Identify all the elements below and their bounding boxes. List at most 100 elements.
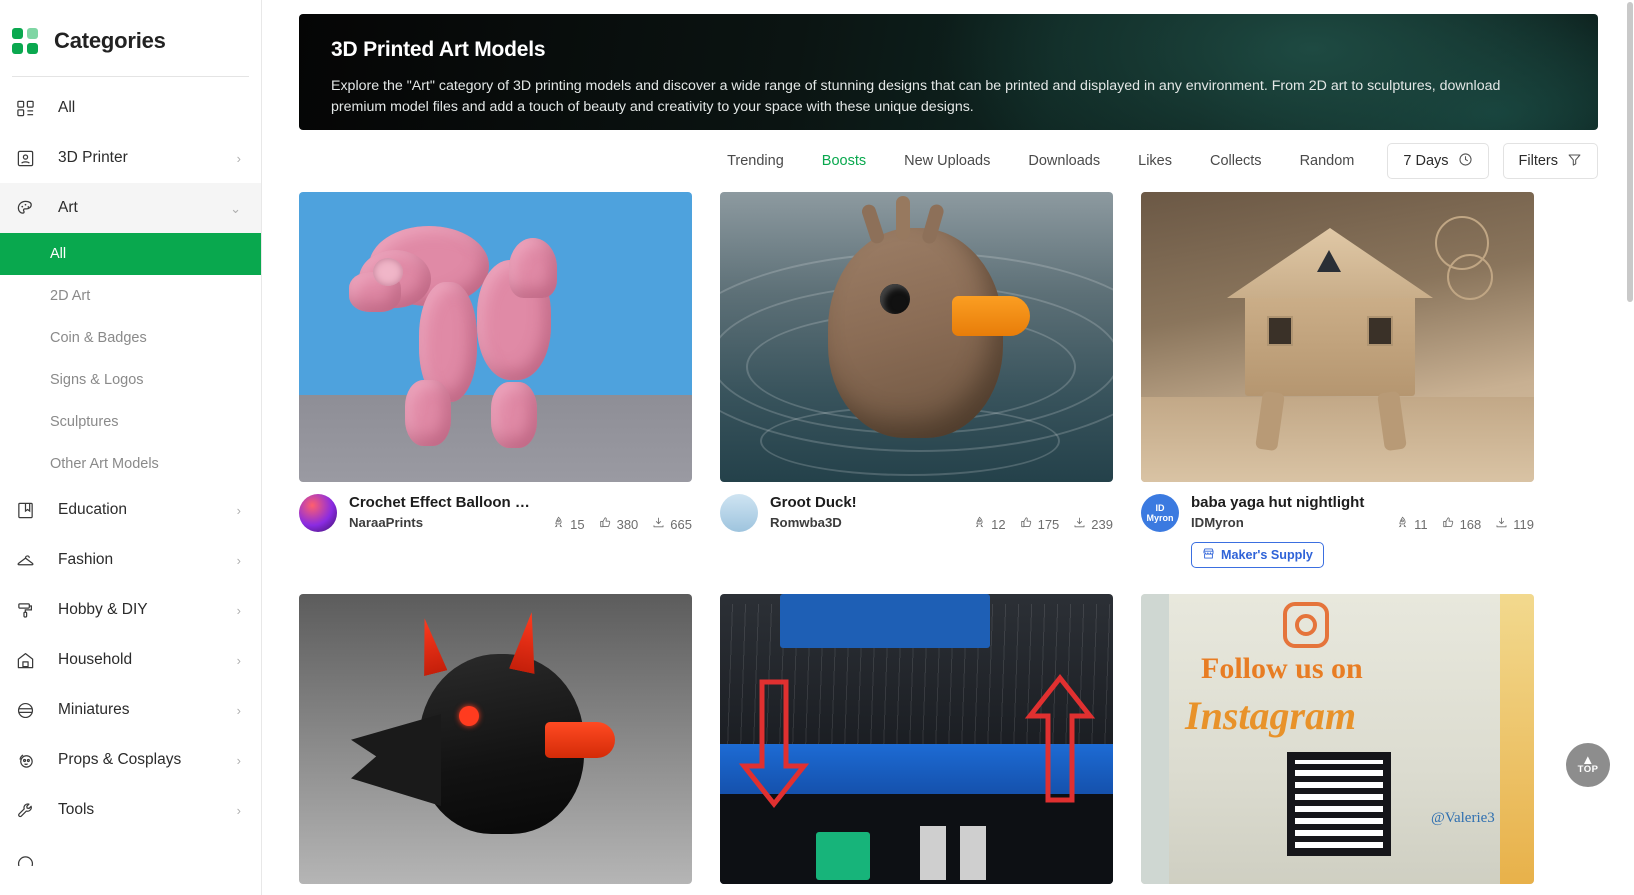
status-badge[interactable]: Maker's Supply: [1191, 542, 1324, 568]
stat-boosts-value: 15: [570, 516, 585, 532]
model-thumbnail[interactable]: [299, 192, 692, 482]
model-title[interactable]: Crochet Effect Balloon Dog: [349, 494, 540, 511]
sidebar-subitem-label: 2D Art: [50, 288, 91, 304]
sidebar-subitem-other-art-models[interactable]: Other Art Models: [0, 443, 261, 485]
tab-downloads[interactable]: Downloads: [1009, 153, 1119, 169]
stat-downloads-value: 119: [1513, 516, 1534, 532]
thumbs-up-icon: [1442, 516, 1455, 532]
model-stats: 15 380 665: [552, 494, 692, 532]
sidebar-subitem-all[interactable]: All: [0, 233, 261, 275]
rocket-icon: [1396, 516, 1409, 532]
sidebar-item-all[interactable]: All: [0, 83, 261, 133]
category-banner: 3D Printed Art Models Explore the "Art" …: [299, 14, 1598, 130]
stat-boosts: 15: [552, 516, 585, 532]
page-scrollbar[interactable]: [1626, 0, 1634, 895]
model-card[interactable]: Follow us on Instagram @Valerie3: [1141, 594, 1534, 884]
scrollbar-thumb[interactable]: [1627, 2, 1633, 302]
model-title[interactable]: Groot Duck!: [770, 494, 961, 511]
stat-likes: 175: [1020, 516, 1059, 532]
download-icon: [652, 516, 665, 532]
sidebar-item-household[interactable]: Household ›: [0, 635, 261, 685]
sidebar-nav: All 3D Printer › Art ⌄ All 2D Art Coin &…: [0, 77, 261, 885]
sidebar-item-education[interactable]: Education ›: [0, 485, 261, 535]
model-thumbnail[interactable]: Follow us on Instagram @Valerie3: [1141, 594, 1534, 884]
sort-tabs-row: Trending Boosts New Uploads Downloads Li…: [262, 130, 1634, 192]
circle-icon: [12, 847, 38, 873]
model-author[interactable]: NaraaPrints: [349, 515, 540, 530]
sidebar-subitem-2d-art[interactable]: 2D Art: [0, 275, 261, 317]
funnel-icon: [1567, 152, 1582, 171]
sidebar-item-partial[interactable]: [0, 835, 261, 885]
stat-downloads-value: 665: [670, 516, 692, 532]
sidebar-item-art[interactable]: Art ⌄: [0, 183, 261, 233]
sidebar-item-miniatures[interactable]: Miniatures ›: [0, 685, 261, 735]
devil-duck-photo: [299, 594, 692, 884]
model-card[interactable]: Crochet Effect Balloon Dog NaraaPrints 1…: [299, 192, 692, 568]
sidebar-subitem-coin-badges[interactable]: Coin & Badges: [0, 317, 261, 359]
stat-downloads-value: 239: [1091, 516, 1113, 532]
sidebar-item-label: Household: [58, 651, 133, 668]
stat-downloads: 119: [1495, 516, 1534, 532]
sidebar-item-hobby-diy[interactable]: Hobby & DIY ›: [0, 585, 261, 635]
sidebar-item-label: Hobby & DIY: [58, 601, 148, 618]
sidebar-item-label: Art: [58, 199, 78, 216]
sidebar-item-label: Education: [58, 501, 127, 518]
page-title: 3D Printed Art Models: [331, 38, 546, 61]
status-badge-label: Maker's Supply: [1221, 548, 1313, 562]
sidebar-subitem-sculptures[interactable]: Sculptures: [0, 401, 261, 443]
tab-collects[interactable]: Collects: [1191, 153, 1281, 169]
tab-likes[interactable]: Likes: [1119, 153, 1191, 169]
sidebar-subitem-signs-logos[interactable]: Signs & Logos: [0, 359, 261, 401]
model-author[interactable]: IDMyron: [1191, 515, 1384, 530]
model-meta: ID Myron baba yaga hut nightlight IDMyro…: [1141, 482, 1534, 532]
model-card[interactable]: [720, 594, 1113, 884]
sidebar-item-3d-printer[interactable]: 3D Printer ›: [0, 133, 261, 183]
sidebar-item-label: Props & Cosplays: [58, 751, 182, 768]
palette-icon: [12, 195, 38, 221]
grid-logo-icon: [12, 28, 38, 54]
tab-trending[interactable]: Trending: [708, 153, 803, 169]
stat-boosts: 12: [973, 516, 1006, 532]
filters-button[interactable]: Filters: [1502, 143, 1598, 179]
sidebar-item-label: Miniatures: [58, 701, 130, 718]
chevron-right-icon: ›: [236, 502, 241, 518]
printer-bed-arrows-photo: [720, 594, 1113, 884]
app-root: Categories All 3D Printer › Art ⌄ All 2D…: [0, 0, 1634, 895]
avatar[interactable]: [299, 494, 337, 532]
model-card[interactable]: [299, 594, 692, 884]
stat-boosts-value: 12: [991, 516, 1006, 532]
thumbs-up-icon: [599, 516, 612, 532]
sidebar-subitem-label: Coin & Badges: [50, 330, 147, 346]
store-icon: [1202, 547, 1215, 563]
sidebar-subitem-label: All: [50, 246, 67, 262]
tab-boosts[interactable]: Boosts: [803, 153, 885, 169]
stat-likes: 380: [599, 516, 638, 532]
chevron-right-icon: ›: [236, 150, 241, 166]
chevron-right-icon: ›: [236, 702, 241, 718]
rocket-icon: [973, 516, 986, 532]
sidebar-subitem-label: Sculptures: [50, 414, 119, 430]
sidebar-item-label: Fashion: [58, 551, 114, 568]
avatar[interactable]: ID Myron: [1141, 494, 1179, 532]
sidebar-subitem-label: Other Art Models: [50, 456, 159, 472]
model-thumbnail[interactable]: [720, 594, 1113, 884]
scroll-to-top-button[interactable]: ▲ TOP: [1566, 743, 1610, 787]
model-thumbnail[interactable]: [299, 594, 692, 884]
sidebar-item-props-cosplays[interactable]: Props & Cosplays ›: [0, 735, 261, 785]
tab-random[interactable]: Random: [1281, 153, 1374, 169]
avatar[interactable]: [720, 494, 758, 532]
model-thumbnail[interactable]: [720, 192, 1113, 482]
tab-new-uploads[interactable]: New Uploads: [885, 153, 1009, 169]
sidebar-item-fashion[interactable]: Fashion ›: [0, 535, 261, 585]
model-card[interactable]: ID Myron baba yaga hut nightlight IDMyro…: [1141, 192, 1534, 568]
model-title[interactable]: baba yaga hut nightlight: [1191, 494, 1384, 511]
download-icon: [1073, 516, 1086, 532]
time-range-button[interactable]: 7 Days: [1387, 143, 1489, 179]
model-thumbnail[interactable]: [1141, 192, 1534, 482]
stat-likes: 168: [1442, 516, 1481, 532]
model-stats: 11 168 119: [1396, 494, 1534, 532]
sidebar-item-tools[interactable]: Tools ›: [0, 785, 261, 835]
model-author[interactable]: Romwba3D: [770, 515, 961, 530]
sidebar-item-label: Tools: [58, 801, 95, 818]
model-card[interactable]: Groot Duck! Romwba3D 12 175 239: [720, 192, 1113, 568]
